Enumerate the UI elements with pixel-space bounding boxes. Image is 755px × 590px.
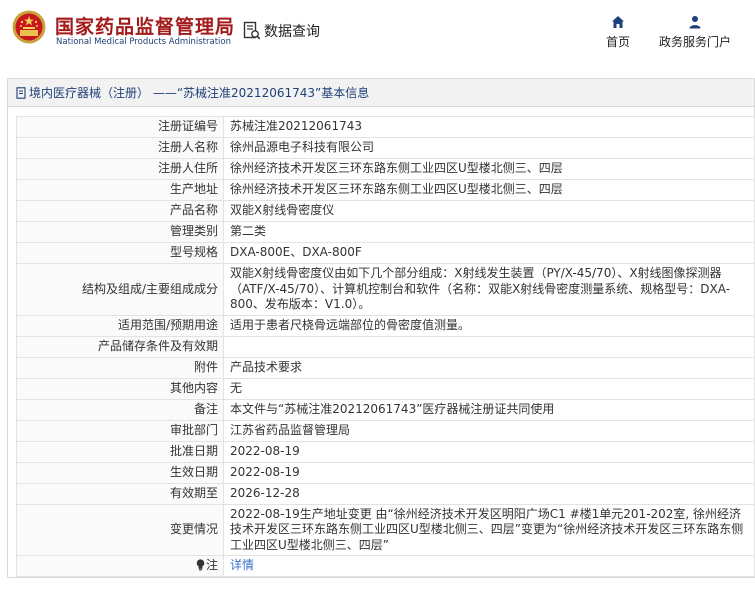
table-row: 附件 产品技术要求 <box>16 356 755 379</box>
row-value: 适用于患者尺桡骨远端部位的骨密度值测量。 <box>223 314 755 337</box>
data-query-label: 数据查询 <box>243 21 320 41</box>
nav-service-portal[interactable]: 政务服务门户 <box>655 15 735 50</box>
panel-title-text: 境内医疗器械（注册） ——“苏械注准20212061743”基本信息 <box>29 86 370 100</box>
row-key: 生产地址 <box>16 179 224 201</box>
row-key: 产品储存条件及有效期 <box>16 335 224 358</box>
brand-subtitle: National Medical Products Administration <box>56 37 231 47</box>
table-row: 备注 本文件与“苏械注准20212061743”医疗器械注册证共同使用 <box>16 398 755 421</box>
row-value: 2022-08-19 <box>223 440 755 463</box>
note-value: 详情 <box>223 555 755 577</box>
panel-title: 境内医疗器械（注册） ——“苏械注准20212061743”基本信息 <box>8 79 754 107</box>
document-icon <box>16 86 26 99</box>
table-row: 生产地址 徐州经济技术开发区三环东路东侧工业四区U型楼北侧三、四层 <box>16 179 755 201</box>
row-key: 审批部门 <box>16 419 224 442</box>
table-row: 其他内容无 <box>16 377 755 400</box>
row-value: 产品技术要求 <box>223 356 755 379</box>
table-row: 变更情况 2022-08-19生产地址变更 由“徐州经济技术开发区明阳广场C1 #… <box>16 503 755 556</box>
table-row: 注册人住所 徐州经济技术开发区三环东路东侧工业四区U型楼北侧三、四层 <box>16 158 755 180</box>
note-key-label: 注 <box>205 558 218 573</box>
table-row: 型号规格 DXA-800E、DXA-800F <box>16 242 755 264</box>
row-value: 本文件与“苏械注准20212061743”医疗器械注册证共同使用 <box>223 398 755 421</box>
row-key: 生效日期 <box>16 461 224 484</box>
emblem-logo <box>12 10 46 44</box>
row-key: 适用范围/预期用途 <box>16 314 224 337</box>
details-link[interactable]: 详情 <box>230 558 254 572</box>
table-row: 批准日期 2022-08-19 <box>16 440 755 463</box>
row-value: 徐州经济技术开发区三环东路东侧工业四区U型楼北侧三、四层 <box>223 158 755 180</box>
row-value: 2022-08-19生产地址变更 由“徐州经济技术开发区明阳广场C1 #楼1单元… <box>223 503 755 556</box>
row-key: 型号规格 <box>16 242 224 264</box>
data-query-text: 数据查询 <box>264 24 320 40</box>
table-row: 注册人名称 徐州品源电子科技有限公司 <box>16 137 755 159</box>
row-key: 结构及组成/主要组成成分 <box>16 263 224 316</box>
row-value: 2026-12-28 <box>223 482 755 505</box>
row-key: 批准日期 <box>16 440 224 463</box>
table-row: 适用范围/预期用途 适用于患者尺桡骨远端部位的骨密度值测量。 <box>16 314 755 337</box>
row-value: 徐州经济技术开发区三环东路东侧工业四区U型楼北侧三、四层 <box>223 179 755 201</box>
table-row: 结构及组成/主要组成成分 双能X射线骨密度仪由如下几个部分组成：X射线发生装置（P… <box>16 263 755 316</box>
row-value: 无 <box>223 377 755 400</box>
row-value: 双能X射线骨密度仪由如下几个部分组成：X射线发生装置（PY/X-45/70）、X… <box>223 263 755 316</box>
table-row: 产品名称 双能X射线骨密度仪 <box>16 200 755 222</box>
row-value: 江苏省药品监督管理局 <box>223 419 755 442</box>
note-key: 注 <box>16 555 224 577</box>
row-value: 徐州品源电子科技有限公司 <box>223 137 755 159</box>
table-row: 产品储存条件及有效期 <box>16 335 755 358</box>
row-key: 注册人住所 <box>16 158 224 180</box>
lightbulb-icon <box>196 559 205 571</box>
row-value: 苏械注准20212061743 <box>223 116 755 138</box>
row-key: 变更情况 <box>16 503 224 556</box>
row-value: 2022-08-19 <box>223 461 755 484</box>
site-header: 国家药品监督管理局 National Medical Products Admi… <box>0 0 755 66</box>
row-key: 注册人名称 <box>16 137 224 159</box>
row-key: 其他内容 <box>16 377 224 400</box>
row-value: 双能X射线骨密度仪 <box>223 200 755 222</box>
row-value: 第二类 <box>223 221 755 243</box>
table-row: 管理类别 第二类 <box>16 221 755 243</box>
table-row: 生效日期 2022-08-19 <box>16 461 755 484</box>
table-row-note: 注 详情 <box>16 555 755 577</box>
table-row: 注册证编号 苏械注准20212061743 <box>16 116 755 138</box>
row-key: 附件 <box>16 356 224 379</box>
row-key: 有效期至 <box>16 482 224 505</box>
row-key: 管理类别 <box>16 221 224 243</box>
row-key: 备注 <box>16 398 224 421</box>
row-value <box>223 335 755 358</box>
table-row: 有效期至 2026-12-28 <box>16 482 755 505</box>
document-search-icon <box>243 21 261 40</box>
row-key: 注册证编号 <box>16 116 224 138</box>
brand-title: 国家药品监督管理局 <box>55 16 236 38</box>
info-table: 注册证编号 苏械注准20212061743 注册人名称 徐州品源电子科技有限公司 注… <box>16 116 755 577</box>
row-value: DXA-800E、DXA-800F <box>223 242 755 264</box>
nav-service-label: 政务服务门户 <box>658 35 731 49</box>
row-key: 产品名称 <box>16 200 224 222</box>
user-icon <box>689 16 701 29</box>
detail-panel: 境内医疗器械（注册） ——“苏械注准20212061743”基本信息 注册证编号… <box>7 78 755 578</box>
nav-home-label: 首页 <box>605 35 630 49</box>
table-row: 审批部门 江苏省药品监督管理局 <box>16 419 755 442</box>
nav-home[interactable]: 首页 <box>601 15 635 50</box>
home-icon <box>612 16 624 28</box>
